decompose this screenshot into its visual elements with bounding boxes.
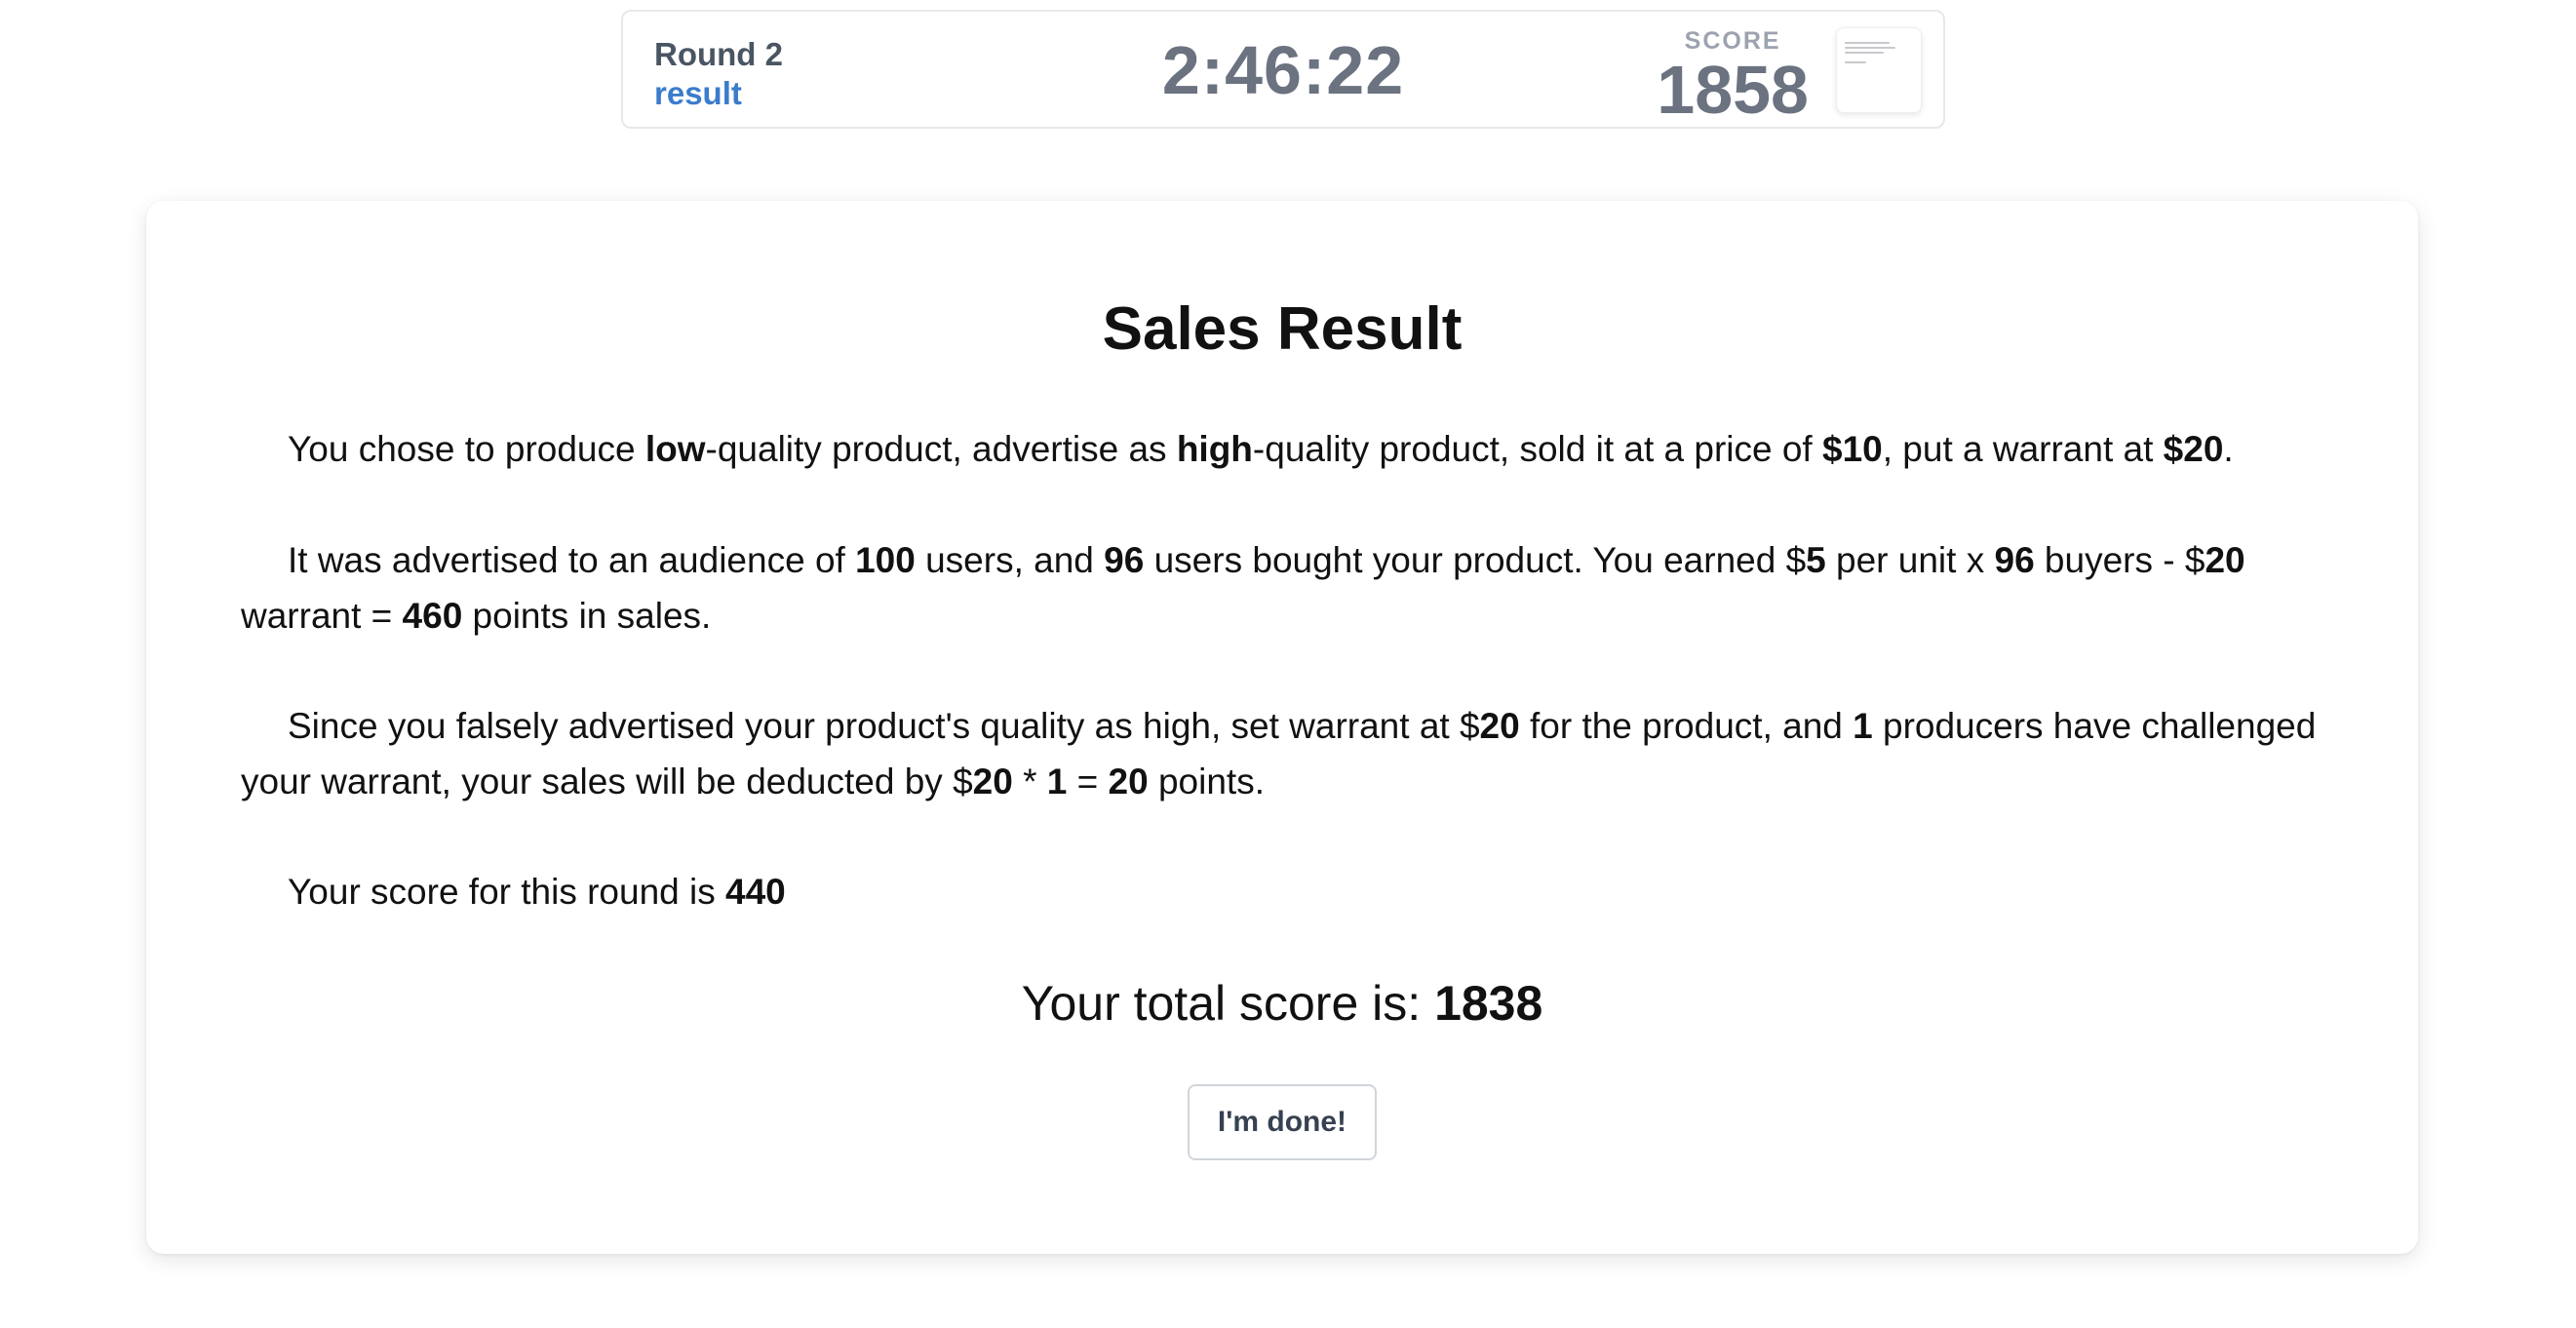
round-score-summary: Your score for this round is 440 [241,864,2366,919]
challenge-summary: Since you falsely advertised your produc… [241,698,2366,809]
text: for the product, and [1519,706,1854,746]
text: . [2223,429,2234,469]
text: You chose to produce [288,429,645,469]
text: = [1067,762,1109,801]
score-display: SCORE 1858 [1657,27,1809,125]
warrant-value: 20 [2205,540,2245,580]
text: users bought your product. You earned $ [1144,540,1807,580]
text: Your score for this round is [288,872,726,912]
text: , put a warrant at [1882,429,2164,469]
challenger-count: 1 [1853,706,1873,746]
thumbnail-line [1845,52,1884,54]
thumbnail-line [1845,47,1895,49]
advertised-quality: high [1176,429,1253,469]
text: per unit x [1825,540,1995,580]
per-unit-earning: 5 [1806,540,1826,580]
deduct-count: 1 [1046,762,1068,801]
total-score-value: 1838 [1434,976,1543,1031]
text: -quality product, sold it at a price of [1252,429,1822,469]
text: * [1012,762,1047,801]
total-score-label: Your total score is: [1021,976,1435,1031]
game-header: Round 2 result 2:46:22 SCORE 1858 [621,10,1945,129]
text: users, and [915,540,1105,580]
task-thumbnail[interactable] [1836,27,1922,113]
text: points. [1148,762,1265,801]
text: warrant = [241,596,403,636]
produced-quality: low [644,429,706,469]
warrant-value: 20 [1479,706,1520,746]
text: points in sales. [462,596,712,636]
sales-result-card: Sales Result You chose to produce low-qu… [146,201,2418,1254]
done-button[interactable]: I'm done! [1188,1084,1377,1160]
text: -quality product, advertise as [705,429,1177,469]
text: Since you falsely advertised your produc… [288,706,1480,746]
round-score: 440 [725,872,786,912]
buyer-count: 96 [1104,540,1145,580]
thumbnail-line [1845,42,1890,44]
deduct-total: 20 [1108,762,1149,801]
warrant-value: $20 [2163,429,2224,469]
total-score: Your total score is: 1838 [146,971,2418,1035]
buyer-count: 96 [1994,540,2035,580]
thumbnail-line [1845,61,1866,63]
deduct-amount: 20 [972,762,1013,801]
text: buyers - $ [2034,540,2205,580]
price-value: $10 [1822,429,1883,469]
score-value: 1858 [1657,52,1809,128]
audience-count: 100 [855,540,916,580]
production-summary: You chose to produce low-quality product… [241,421,2366,477]
page-title: Sales Result [1102,295,1463,363]
sales-points: 460 [402,596,463,636]
score-label: SCORE [1684,27,1781,55]
text: It was advertised to an audience of [288,540,856,580]
sales-summary: It was advertised to an audience of 100 … [241,532,2366,644]
